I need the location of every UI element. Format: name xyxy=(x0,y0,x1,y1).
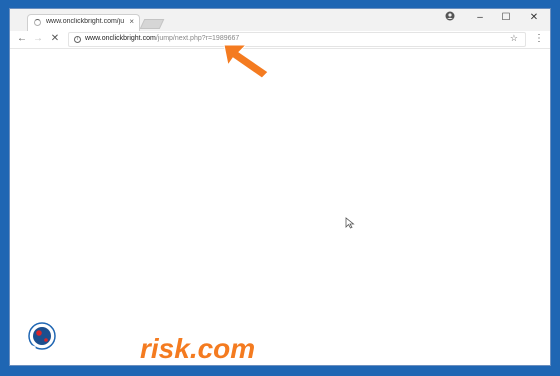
maximize-button[interactable]: ☐ xyxy=(498,11,514,25)
stop-loading-button[interactable]: ✕ xyxy=(49,32,61,46)
menu-icon[interactable]: ⋮ xyxy=(534,33,544,45)
forward-button[interactable]: → xyxy=(32,32,44,46)
mouse-cursor-icon xyxy=(345,217,355,229)
new-tab-button[interactable] xyxy=(139,19,165,29)
address-bar[interactable]: i www.onclickbright.com/jump/next.php?r=… xyxy=(68,32,526,47)
back-button[interactable]: ← xyxy=(16,32,28,46)
logo-text-pc: PC xyxy=(64,322,123,366)
info-icon[interactable]: i xyxy=(74,36,81,43)
pcrisk-logo: PC risk.com xyxy=(26,321,255,366)
loading-icon xyxy=(34,19,41,26)
minimize-button[interactable]: – xyxy=(472,11,488,25)
toolbar: ← → ✕ i www.onclickbright.com/jump/next.… xyxy=(10,31,550,49)
browser-tab[interactable]: www.onclickbright.com/ju × xyxy=(27,14,140,31)
profile-icon[interactable] xyxy=(442,11,458,26)
logo-text-risk: risk.com xyxy=(140,333,255,364)
pointer-arrow-icon xyxy=(223,44,269,79)
url-host: www.onclickbright.com xyxy=(85,35,156,42)
tab-close-icon[interactable]: × xyxy=(129,17,134,27)
url-text[interactable]: www.onclickbright.com/jump/next.php?r=19… xyxy=(85,35,239,42)
bookmark-star-icon[interactable]: ☆ xyxy=(510,33,518,44)
close-window-button[interactable]: ✕ xyxy=(526,11,542,25)
tab-title: www.onclickbright.com/ju xyxy=(46,18,125,25)
url-path: /jump/next.php?r=1989667 xyxy=(155,35,240,42)
browser-window: www.onclickbright.com/ju × – ☐ ✕ ← → ✕ i… xyxy=(9,8,551,366)
title-bar: www.onclickbright.com/ju × – ☐ ✕ xyxy=(10,9,550,31)
